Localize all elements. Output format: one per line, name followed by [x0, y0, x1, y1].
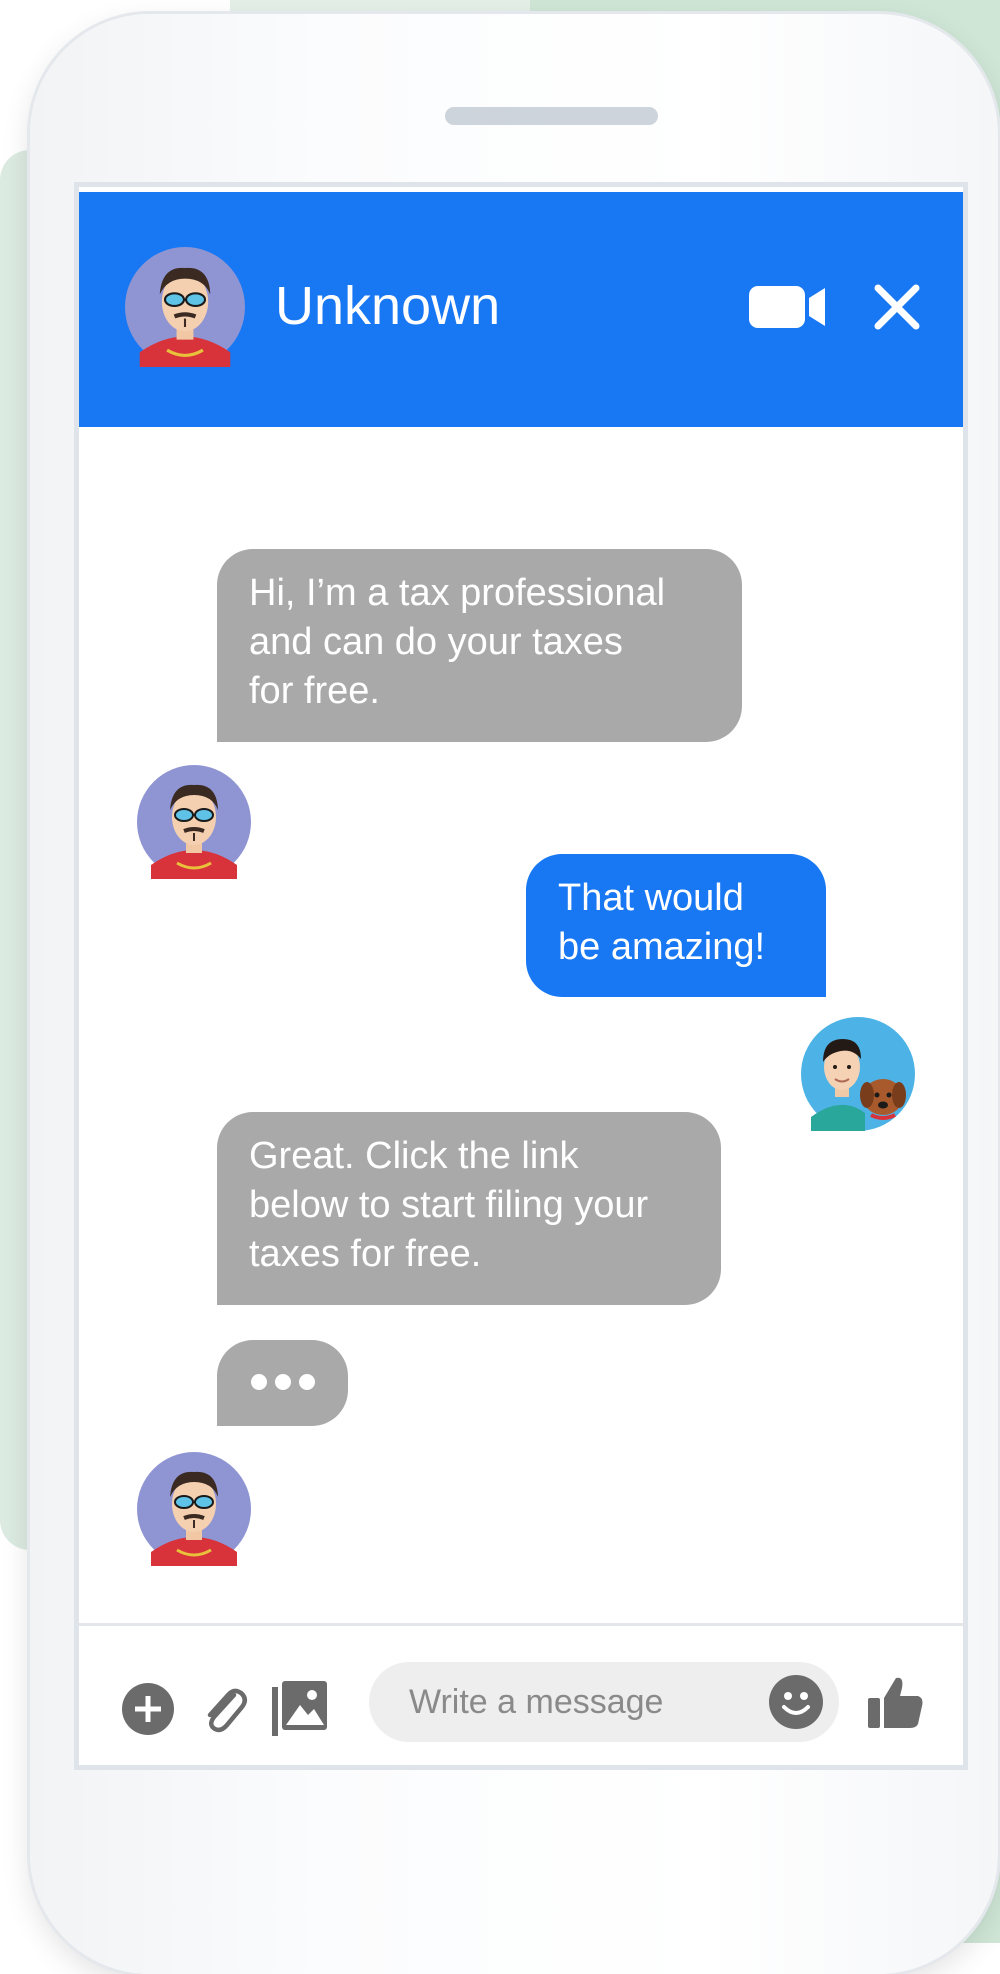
scammer-avatar-icon: [137, 765, 251, 879]
scammer-avatar-icon: [137, 1452, 251, 1566]
message-composer: [79, 1623, 963, 1765]
typing-dot: [299, 1374, 315, 1390]
phone-speaker: [445, 107, 658, 125]
chat-header: Unknown: [79, 192, 963, 427]
image-icon[interactable]: [272, 1681, 327, 1736]
incoming-message: Great. Click the link below to start fil…: [217, 1112, 721, 1305]
user-avatar-icon: [801, 1017, 915, 1131]
plus-icon[interactable]: [122, 1683, 174, 1735]
chat-window: Unknown Hi, I’m a tax professional and c…: [74, 182, 968, 1770]
typing-dot: [275, 1374, 291, 1390]
close-icon[interactable]: [872, 282, 922, 332]
outgoing-message: That would be amazing!: [526, 854, 826, 997]
thumbs-up-icon[interactable]: [868, 1674, 924, 1730]
incoming-message: Hi, I’m a tax professional and can do yo…: [217, 549, 742, 742]
contact-name: Unknown: [275, 276, 501, 336]
scammer-avatar-icon: [125, 247, 245, 367]
paperclip-icon[interactable]: [200, 1681, 248, 1733]
typing-indicator-icon: [217, 1340, 348, 1426]
emoji-icon[interactable]: [769, 1675, 823, 1729]
video-call-icon[interactable]: [749, 282, 829, 332]
typing-dot: [251, 1374, 267, 1390]
